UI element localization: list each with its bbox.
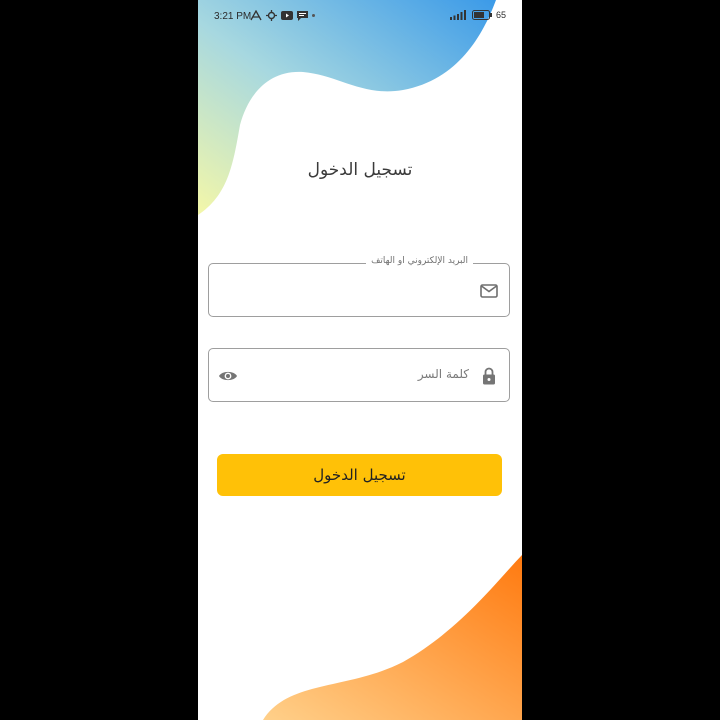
- password-field[interactable]: كلمة السر: [208, 348, 510, 402]
- bottom-blob: [263, 555, 522, 720]
- network-speed-icon: [250, 10, 262, 21]
- status-notification-icons: [250, 10, 315, 21]
- status-system-icons: 65: [449, 10, 506, 20]
- message-icon: [297, 10, 308, 21]
- email-field-label: البريد الإلكتروني او الهاتف: [366, 256, 473, 266]
- page-title: تسجيل الدخول: [307, 160, 413, 180]
- login-button[interactable]: تسجيل الدخول: [217, 454, 502, 496]
- battery-icon: [471, 10, 492, 20]
- password-placeholder: كلمة السر: [417, 367, 469, 381]
- dot-icon: [312, 14, 315, 17]
- battery-level: 65: [495, 10, 506, 20]
- lock-icon: [483, 367, 495, 385]
- mail-icon: [480, 284, 498, 298]
- phone-screen: 3:21 PM 65 تسجيل الدخول البريد الإلكترون…: [198, 0, 522, 720]
- email-field[interactable]: البريد الإلكتروني او الهاتف: [208, 256, 510, 317]
- status-time: 3:21 PM: [214, 11, 252, 22]
- youtube-icon: [281, 11, 293, 20]
- settings-icon: [266, 10, 277, 21]
- email-input[interactable]: [245, 276, 471, 308]
- status-bar: 3:21 PM 65: [198, 0, 522, 34]
- signal-icon: [449, 10, 466, 20]
- eye-icon[interactable]: [218, 366, 238, 386]
